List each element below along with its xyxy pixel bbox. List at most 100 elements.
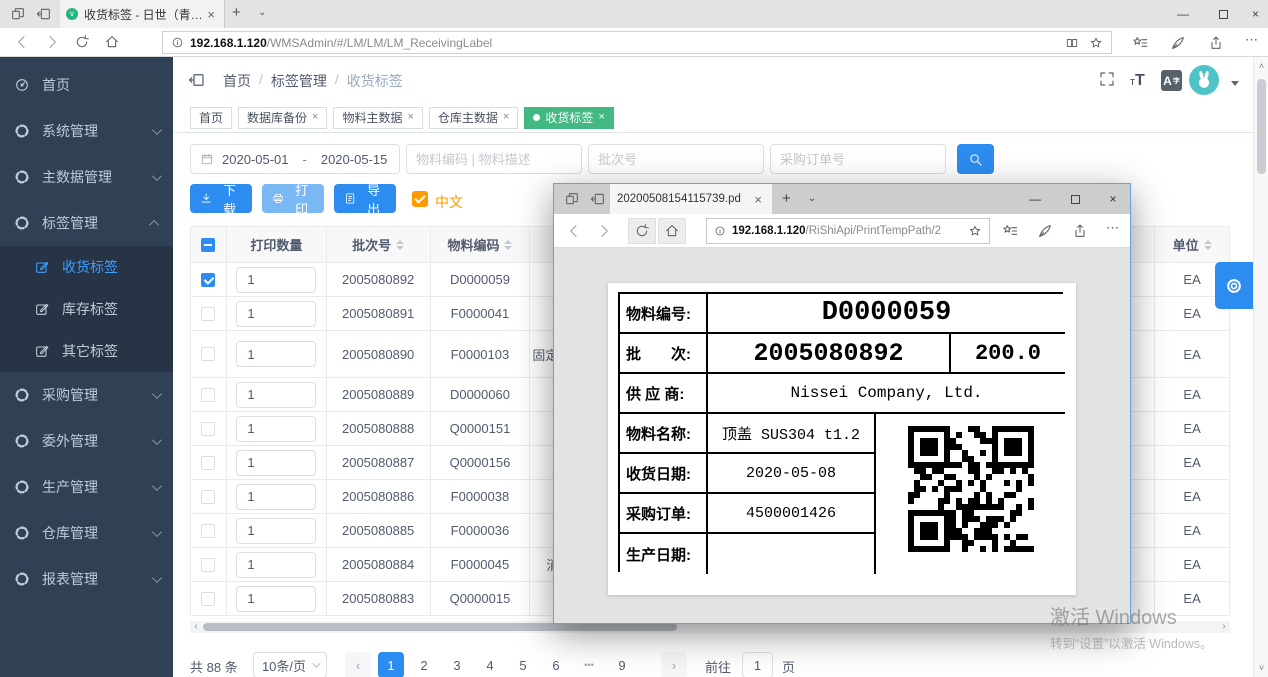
tab-仓库主数据[interactable]: 仓库主数据×: [429, 107, 518, 129]
page-button-3[interactable]: 3: [444, 652, 470, 677]
tab-物料主数据[interactable]: 物料主数据×: [333, 107, 422, 129]
print-button[interactable]: 打印: [262, 184, 324, 213]
print-qty-input[interactable]: [236, 382, 316, 408]
reading-view-icon[interactable]: [1065, 36, 1079, 50]
annotate-pen-icon[interactable]: [1170, 35, 1186, 51]
material-search-input[interactable]: [406, 144, 582, 174]
more-pages-icon[interactable]: •••: [576, 652, 602, 677]
address-bar[interactable]: 192.168.1.120/WMSAdmin/#/LM/LM/LM_Receiv…: [162, 31, 1112, 54]
page-v-scrollbar[interactable]: ˄ ˅: [1253, 57, 1268, 677]
v-scroll-thumb[interactable]: [1257, 79, 1266, 174]
page-button-5[interactable]: 5: [510, 652, 536, 677]
print-qty-input[interactable]: [236, 301, 316, 327]
popup-tab-preview-icon[interactable]: [590, 191, 606, 207]
breadcrumb-label-mgmt[interactable]: 标签管理: [271, 71, 327, 91]
scroll-up-icon[interactable]: ˄: [1254, 61, 1268, 71]
next-page-button[interactable]: ›: [661, 652, 687, 677]
sidebar-item-委外管理[interactable]: 委外管理: [0, 418, 173, 464]
print-qty-input[interactable]: [236, 267, 316, 293]
page-button-4[interactable]: 4: [477, 652, 503, 677]
print-qty-input[interactable]: [236, 518, 316, 544]
popup-address-bar[interactable]: 192.168.1.120/RiShiApi/PrintTempPath/2: [706, 218, 990, 244]
tab-首页[interactable]: 首页: [190, 107, 232, 129]
po-no-input[interactable]: [770, 144, 946, 174]
forward-icon[interactable]: [44, 34, 60, 50]
popup-maximize-button[interactable]: [1056, 184, 1094, 214]
print-qty-input[interactable]: [236, 450, 316, 476]
window-minimize-button[interactable]: —: [1163, 0, 1203, 28]
tab-close-icon[interactable]: ×: [312, 111, 318, 124]
back-icon[interactable]: [14, 34, 30, 50]
collapse-menu-icon[interactable]: [188, 71, 206, 89]
favorite-star-icon[interactable]: [968, 224, 982, 238]
scroll-right-icon[interactable]: ›: [1218, 621, 1230, 633]
page-button-2[interactable]: 2: [411, 652, 437, 677]
chinese-checkbox[interactable]: [412, 191, 428, 207]
page-size-select[interactable]: 10条/页: [253, 652, 327, 677]
popup-share-icon[interactable]: [1072, 223, 1088, 239]
tab-close-icon[interactable]: ×: [503, 111, 509, 124]
popup-forward-icon[interactable]: [596, 223, 612, 239]
favorite-star-icon[interactable]: [1089, 36, 1103, 50]
row-checkbox[interactable]: [201, 592, 215, 606]
row-checkbox[interactable]: [201, 558, 215, 572]
translate-icon[interactable]: A字: [1161, 70, 1182, 91]
sidebar-item-仓库管理[interactable]: 仓库管理: [0, 510, 173, 556]
row-checkbox[interactable]: [201, 422, 215, 436]
select-all-checkbox[interactable]: [201, 238, 215, 252]
popup-tab-close-icon[interactable]: ×: [751, 193, 765, 206]
share-icon[interactable]: [1208, 35, 1224, 51]
export-button[interactable]: 导出: [334, 184, 396, 213]
print-qty-input[interactable]: [236, 586, 316, 612]
page-button-1[interactable]: 1: [378, 652, 404, 677]
sidebar-item-库存标签[interactable]: 库存标签: [0, 288, 173, 330]
user-menu-caret-icon[interactable]: [1231, 81, 1239, 86]
search-button[interactable]: [957, 144, 994, 174]
sidebar-item-标签管理[interactable]: 标签管理: [0, 200, 173, 246]
popup-minimize-button[interactable]: —: [1016, 184, 1054, 214]
sidebar-item-首页[interactable]: 首页: [0, 62, 173, 108]
scroll-down-icon[interactable]: ˅: [1254, 663, 1268, 673]
goto-page-input[interactable]: [742, 652, 773, 677]
popup-close-button[interactable]: ×: [1094, 184, 1132, 214]
window-maximize-button[interactable]: [1203, 0, 1243, 28]
sidebar-item-其它标签[interactable]: 其它标签: [0, 330, 173, 372]
row-checkbox[interactable]: [201, 490, 215, 504]
row-checkbox[interactable]: [201, 307, 215, 321]
popup-home-button[interactable]: [658, 218, 686, 244]
page-button-9[interactable]: 9: [609, 652, 635, 677]
scroll-left-icon[interactable]: ‹: [190, 621, 202, 633]
tab-收货标签[interactable]: 收货标签×: [524, 107, 613, 129]
sidebar-item-采购管理[interactable]: 采购管理: [0, 372, 173, 418]
sidebar-item-主数据管理[interactable]: 主数据管理: [0, 154, 173, 200]
fullscreen-icon[interactable]: [1098, 70, 1116, 88]
user-avatar[interactable]: [1189, 65, 1219, 95]
row-checkbox[interactable]: [201, 524, 215, 538]
print-qty-input[interactable]: [236, 552, 316, 578]
more-menu-icon[interactable]: ⋯: [1245, 32, 1258, 48]
popup-favorites-hub-icon[interactable]: [1002, 223, 1018, 239]
page-button-6[interactable]: 6: [543, 652, 569, 677]
popup-tab-dropdown-icon[interactable]: ⌄: [808, 193, 816, 204]
popup-new-tab-icon[interactable]: +: [782, 190, 791, 207]
sidebar-item-报表管理[interactable]: 报表管理: [0, 556, 173, 602]
browser-tab[interactable]: v 收货标签 - 日世（青岛） ×: [60, 0, 225, 28]
home-icon[interactable]: [104, 34, 120, 50]
refresh-icon[interactable]: [74, 34, 90, 50]
sort-carets-icon[interactable]: [396, 240, 404, 250]
row-checkbox[interactable]: [201, 388, 215, 402]
row-checkbox[interactable]: [201, 347, 215, 361]
tab-close-icon[interactable]: ×: [407, 111, 413, 124]
download-button[interactable]: 下载: [190, 184, 252, 213]
print-qty-input[interactable]: [236, 416, 316, 442]
popup-tab[interactable]: 20200508154115739.pd ×: [610, 184, 772, 214]
favorites-hub-icon[interactable]: [1132, 35, 1148, 51]
print-qty-input[interactable]: [236, 341, 316, 367]
set-tabs-aside-icon[interactable]: [10, 6, 26, 22]
prev-page-button[interactable]: ‹: [345, 652, 371, 677]
tab-close-icon[interactable]: ×: [204, 8, 218, 21]
popup-more-menu-icon[interactable]: ⋯: [1106, 220, 1119, 236]
sidebar-item-系统管理[interactable]: 系统管理: [0, 108, 173, 154]
window-close-button[interactable]: ×: [1243, 0, 1268, 28]
date-range-picker[interactable]: 2020-05-01 - 2020-05-15: [190, 144, 400, 174]
